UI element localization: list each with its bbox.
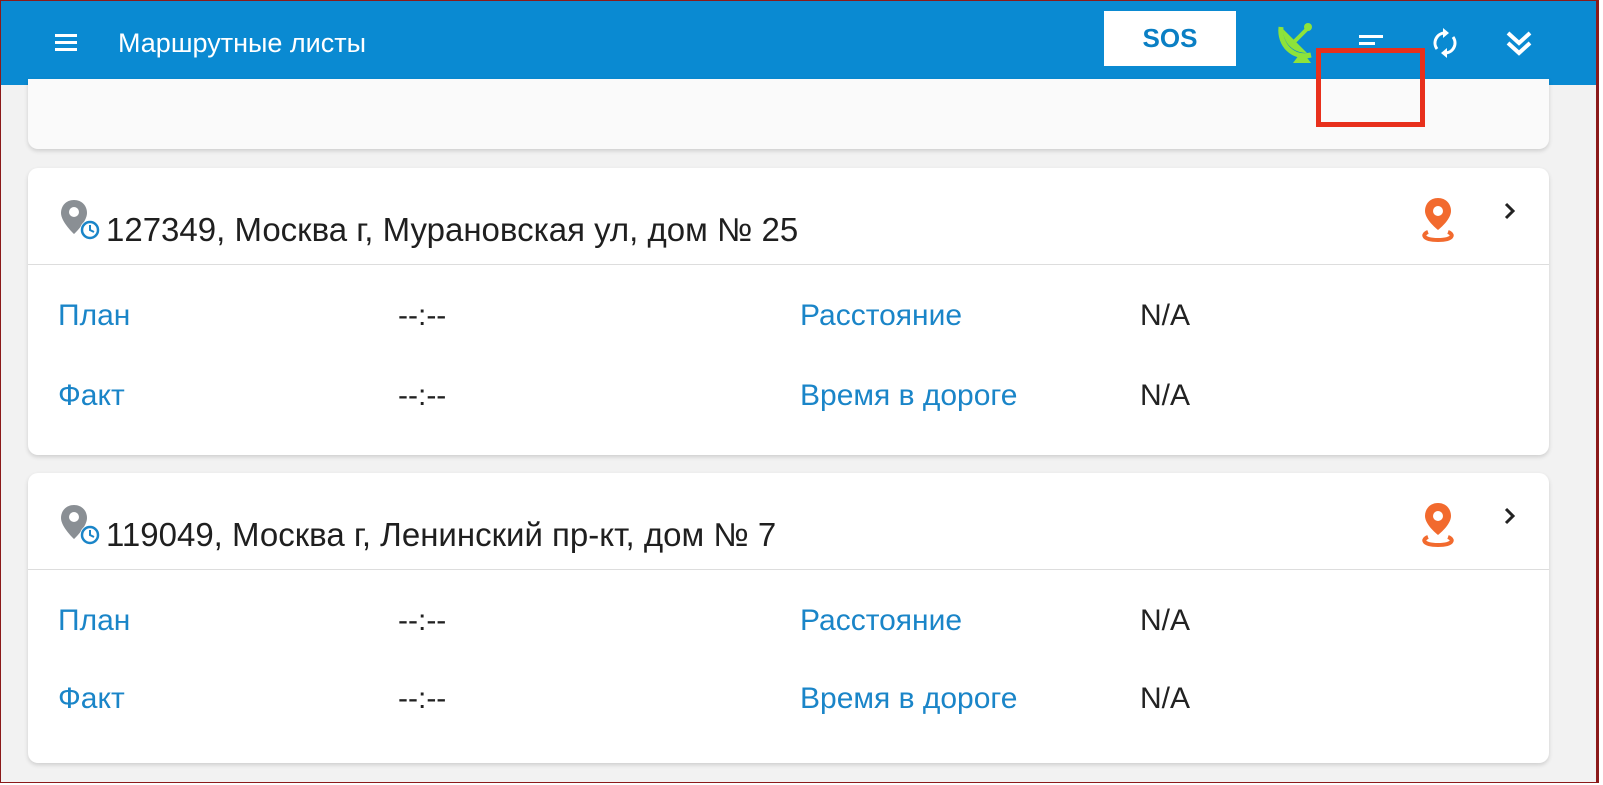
- address-text: 127349, Москва г, Мурановская ул, дом № …: [106, 211, 799, 248]
- route-point-card[interactable]: 127349, Москва г, Мурановская ул, дом № …: [28, 168, 1549, 455]
- menu-icon[interactable]: [49, 25, 85, 61]
- sync-icon[interactable]: [1421, 19, 1469, 67]
- travel-time-label: Время в дороге: [800, 379, 1018, 412]
- fact-label: Факт: [58, 682, 125, 715]
- app-bar: Маршрутные листы SOS: [1, 1, 1596, 85]
- travel-time-value: N/A: [1140, 682, 1191, 715]
- plan-value: --:--: [398, 299, 447, 332]
- location-clock-icon: [61, 505, 100, 545]
- card-header: 127349, Москва г, Мурановская ул, дом № …: [28, 168, 1549, 265]
- plan-value: --:--: [398, 604, 447, 637]
- page-title: Маршрутные листы: [118, 28, 367, 58]
- card-header: 119049, Москва г, Ленинский пр-кт, дом №…: [28, 473, 1549, 570]
- distance-label: Расстояние: [800, 604, 963, 637]
- route-point-card[interactable]: 119049, Москва г, Ленинский пр-кт, дом №…: [28, 473, 1549, 763]
- map-pin-icon[interactable]: [1420, 501, 1456, 547]
- fact-label: Факт: [58, 379, 125, 412]
- map-pin-icon[interactable]: [1420, 196, 1456, 242]
- chevron-right-icon[interactable]: [1498, 501, 1522, 531]
- sos-button[interactable]: SOS: [1104, 11, 1236, 66]
- app-window: Маршрутные листы SOS 127349, Москва г, М…: [0, 0, 1599, 783]
- plan-label: План: [58, 604, 131, 637]
- address-text: 119049, Москва г, Ленинский пр-кт, дом №…: [106, 516, 777, 553]
- plan-label: План: [58, 299, 131, 332]
- travel-time-value: N/A: [1140, 379, 1191, 412]
- fact-value: --:--: [398, 682, 447, 715]
- location-clock-icon: [61, 200, 100, 240]
- distance-value: N/A: [1140, 604, 1191, 637]
- distance-label: Расстояние: [800, 299, 963, 332]
- chevron-right-icon[interactable]: [1498, 196, 1522, 226]
- satellite-dish-icon[interactable]: [1275, 15, 1323, 63]
- travel-time-label: Время в дороге: [800, 682, 1018, 715]
- card-partial: [28, 79, 1549, 149]
- distance-value: N/A: [1140, 299, 1191, 332]
- fact-value: --:--: [398, 379, 447, 412]
- sort-icon[interactable]: [1347, 19, 1395, 67]
- double-chevron-down-icon[interactable]: [1495, 19, 1543, 67]
